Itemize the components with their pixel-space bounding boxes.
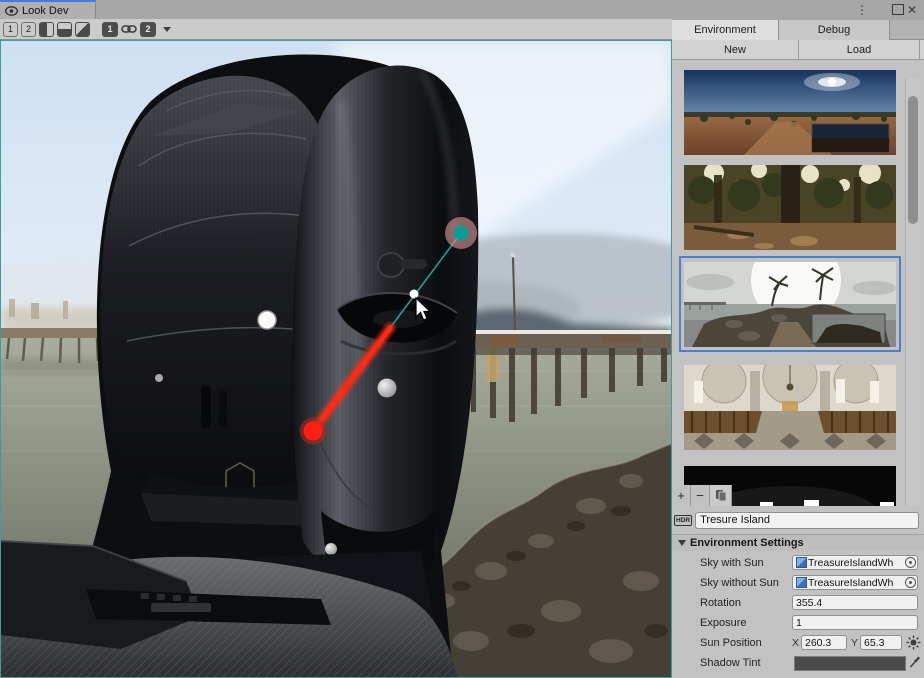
sky-with-sun-label: Sky with Sun [700, 557, 764, 569]
thumbnail-forest-hdri[interactable] [684, 165, 896, 250]
eyedropper-icon[interactable] [908, 655, 921, 670]
sun-x-label: X [792, 637, 799, 649]
shadow-tint-swatch[interactable] [794, 656, 906, 671]
sky-without-sun-value: TreasureIslandWh [808, 577, 904, 589]
lookdev-tab[interactable]: Look Dev [0, 0, 96, 19]
tab-environment[interactable]: Environment [672, 20, 779, 40]
env-actions: New Load [672, 40, 924, 60]
sun-x-input[interactable]: 260.3 [801, 635, 847, 650]
lookdev-toolbar: 1 2 1 2 [0, 19, 672, 40]
window-menu-icon[interactable]: ⋮ [856, 0, 870, 19]
exposure-input[interactable]: 1 [792, 615, 918, 630]
sun-position-label: Sun Position [700, 637, 762, 649]
thumbnail-outback-sunny-hdri[interactable] [684, 70, 896, 155]
camera-options-dropdown-icon[interactable] [163, 27, 171, 32]
thumbnail-church-interior-hdri[interactable] [684, 365, 896, 450]
view-2-button[interactable]: 2 [21, 22, 36, 37]
add-environment-button[interactable]: + [672, 485, 691, 506]
environment-name-input[interactable]: Tresure Island [695, 512, 919, 529]
tab-debug[interactable]: Debug [779, 20, 890, 40]
environment-list [672, 60, 924, 506]
load-button[interactable]: Load [799, 40, 920, 59]
sun-position-row: Sun Position X 260.3 Y 65.3 [672, 634, 924, 654]
shadow-tint-row: Shadow Tint [672, 654, 924, 674]
cubemap-asset-icon [796, 577, 807, 588]
foldout-arrow-icon [678, 540, 686, 546]
sky-with-sun-object-field[interactable]: TreasureIslandWh [792, 555, 918, 570]
shadow-tint-label: Shadow Tint [700, 657, 761, 669]
sky-without-sun-object-field[interactable]: TreasureIslandWh [792, 575, 918, 590]
new-button[interactable]: New [672, 40, 799, 59]
view-1-button[interactable]: 1 [3, 22, 18, 37]
sun-y-input[interactable]: 65.3 [860, 635, 902, 650]
hdr-badge: HDR [674, 515, 692, 526]
environment-panel: Environment Debug New Load [672, 20, 924, 678]
duplicate-environment-button[interactable] [710, 485, 732, 506]
cubemap-asset-icon [796, 557, 807, 568]
env-list-toolbar: + − [672, 484, 732, 506]
title-strip: Look Dev ⋮ ✕ [0, 0, 924, 19]
object-picker-icon[interactable] [905, 577, 916, 588]
camera-2-button[interactable]: 2 [140, 22, 156, 37]
settings-header-label: Environment Settings [690, 537, 804, 549]
environment-settings-header[interactable]: Environment Settings [672, 534, 924, 551]
thumbnail-treasure-island-hdri[interactable] [684, 262, 896, 347]
render-scene [1, 41, 671, 677]
exposure-row: Exposure 1 [672, 614, 924, 634]
split-diagonal-button[interactable] [75, 22, 90, 37]
sky-without-sun-label: Sky without Sun [700, 577, 779, 589]
sky-without-sun-row: Sky without Sun TreasureIslandWh [672, 574, 924, 594]
sun-icon[interactable] [906, 635, 921, 650]
sky-with-sun-row: Sky with Sun TreasureIslandWh [672, 554, 924, 574]
split-vertical-button[interactable] [39, 22, 54, 37]
object-picker-icon[interactable] [905, 557, 916, 568]
environment-name-row: HDR Tresure Island [672, 508, 924, 532]
sun-y-label: Y [851, 637, 858, 649]
close-icon[interactable]: ✕ [907, 0, 921, 19]
env-list-scrollbar[interactable] [905, 78, 920, 506]
lookdev-viewport[interactable] [0, 40, 672, 678]
link-cameras-icon[interactable] [121, 23, 137, 35]
window-title: Look Dev [22, 5, 68, 17]
rotation-input[interactable]: 355.4 [792, 595, 918, 610]
copy-icon [715, 489, 727, 502]
eye-icon [5, 6, 18, 16]
camera-1-button[interactable]: 1 [102, 22, 118, 37]
rotation-row: Rotation 355.4 [672, 594, 924, 614]
rotation-label: Rotation [700, 597, 741, 609]
scrollbar-thumb[interactable] [908, 96, 918, 224]
remove-environment-button[interactable]: − [691, 485, 710, 506]
panel-tabs: Environment Debug [672, 20, 924, 40]
maximize-icon[interactable] [892, 4, 904, 15]
exposure-label: Exposure [700, 617, 746, 629]
split-horizontal-button[interactable] [57, 22, 72, 37]
lookdev-window: Look Dev ⋮ ✕ 1 2 1 2 [0, 0, 924, 678]
sky-with-sun-value: TreasureIslandWh [808, 557, 904, 569]
